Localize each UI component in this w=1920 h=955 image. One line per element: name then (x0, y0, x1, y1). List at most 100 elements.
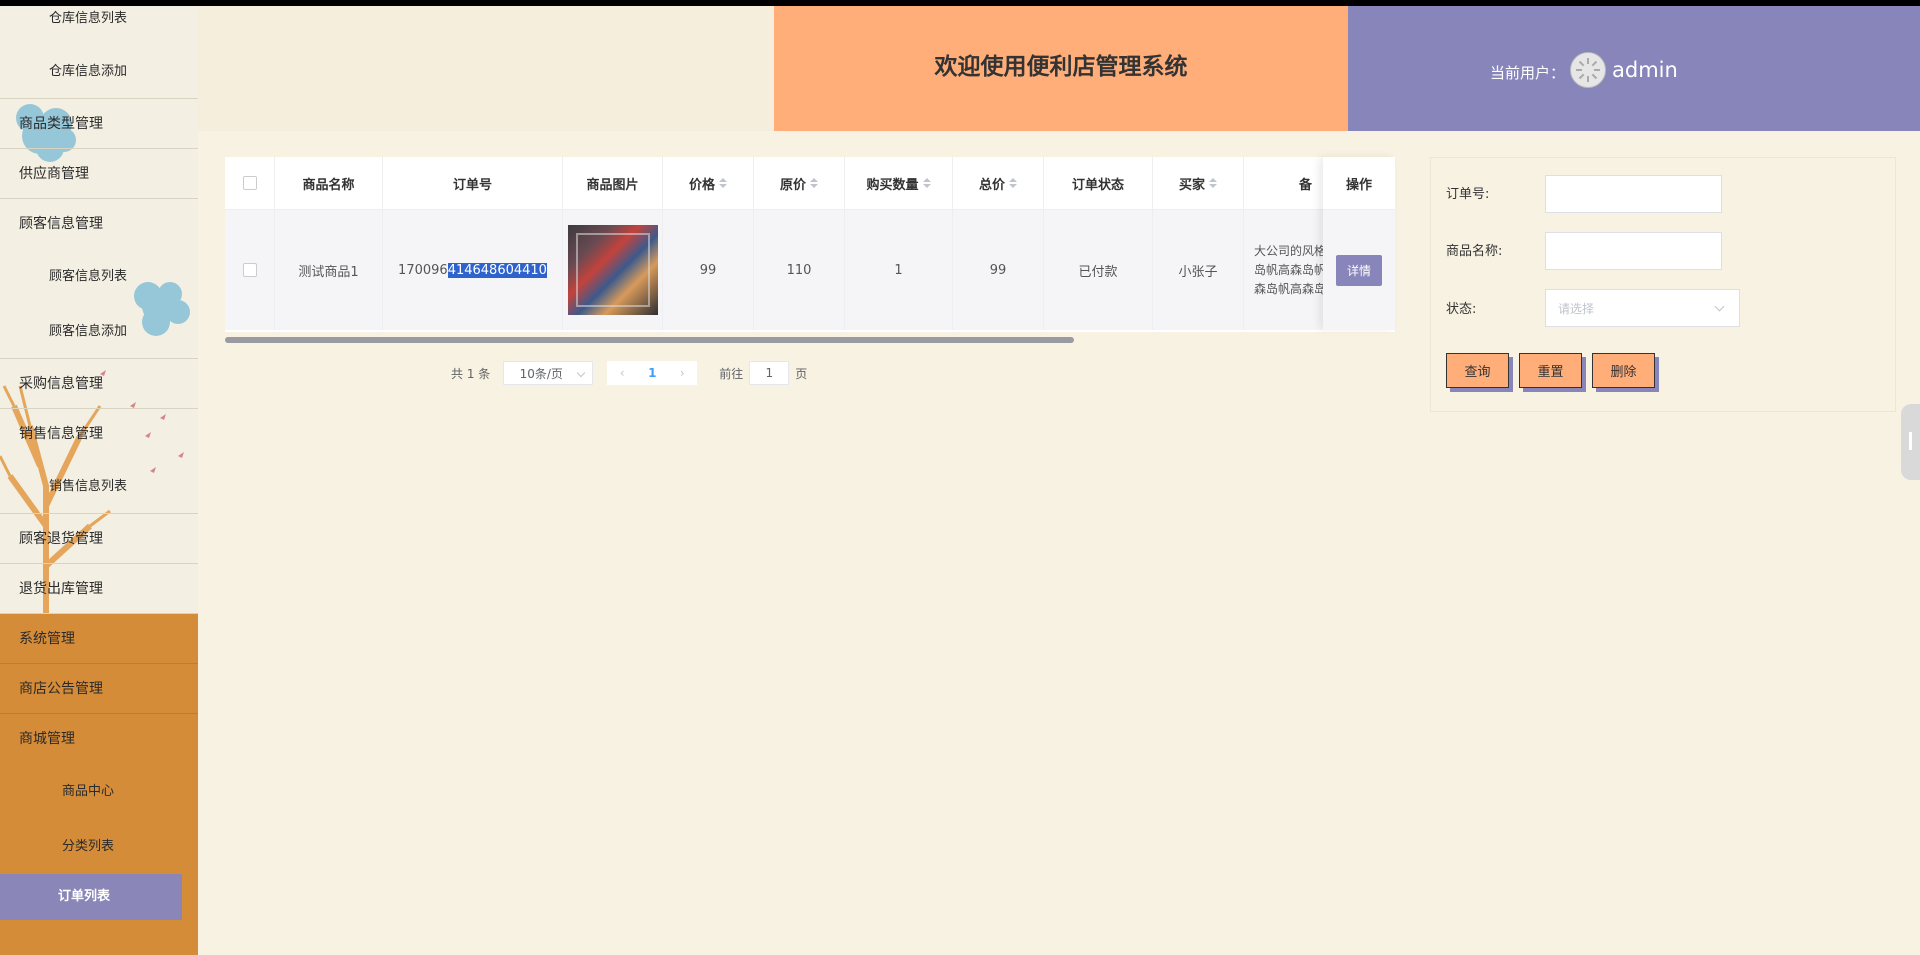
title-banner: 欢迎使用便利店管理系统 (774, 6, 1348, 131)
sidebar-item-sales-list[interactable]: 销售信息列表 (0, 459, 198, 514)
order-no-mid: 6 (439, 262, 448, 278)
prev-page-button[interactable]: ‹ (607, 361, 638, 385)
chevron-right-icon: › (679, 366, 685, 380)
sidebar-item-notices[interactable]: 商店公告管理 (0, 664, 198, 714)
col-product-name: 商品名称 (275, 157, 383, 209)
col-order-no: 订单号 (383, 157, 563, 209)
page-size-value: 10条/页 (519, 366, 563, 381)
sidebar-item-system[interactable]: 系统管理 (0, 614, 198, 664)
detail-button[interactable]: 详情 (1335, 254, 1382, 286)
cell-total: 99 (953, 210, 1044, 330)
cell-operations: 详情 (1323, 210, 1395, 330)
sidebar-item-customers[interactable]: 顾客信息管理 (0, 199, 198, 249)
sort-icon[interactable] (922, 178, 931, 188)
order-no-label: 订单号: (1446, 187, 1490, 202)
sidebar-item-warehouse-list[interactable]: 仓库信息列表 (0, 6, 198, 44)
status-select[interactable]: 请选择 (1545, 289, 1740, 327)
cell-order-no[interactable]: 17009 6 414648604410 (383, 210, 563, 330)
cell-product-name: 测试商品1 (275, 210, 383, 330)
sidebar-item-customer-add[interactable]: 顾客信息添加 (0, 304, 198, 359)
product-name-label: 商品名称: (1446, 244, 1503, 259)
status-label: 状态: (1446, 302, 1477, 317)
sidebar-item-order-list[interactable]: 订单列表 (0, 874, 182, 920)
cell-quantity: 1 (845, 210, 953, 330)
next-page-button[interactable]: › (667, 361, 698, 385)
goto-label: 前往 (719, 366, 744, 381)
sidebar-item-sales[interactable]: 销售信息管理 (0, 409, 198, 459)
product-name-input[interactable] (1545, 232, 1722, 270)
col-buyer[interactable]: 买家 (1153, 157, 1244, 209)
current-user-label: 当前用户： (1490, 64, 1566, 82)
sidebar-item-mall[interactable]: 商城管理 (0, 714, 198, 764)
sidebar: 仓库信息列表 仓库信息添加 商品类型管理 供应商管理 顾客信息管理 顾客信息列表… (0, 6, 198, 955)
table-header: 商品名称 订单号 商品图片 价格 原价 购买数量 总价 订单状态 买家 备 (225, 157, 1395, 210)
header: 欢迎使用便利店管理系统 当前用户： admin (198, 6, 1920, 131)
page-title: 欢迎使用便利店管理系统 (934, 53, 1188, 80)
col-total[interactable]: 总价 (953, 157, 1044, 209)
sidebar-item-customer-returns[interactable]: 顾客退货管理 (0, 514, 198, 564)
col-label: 订单号 (452, 177, 492, 193)
chevron-down-icon (577, 368, 586, 378)
row-checkbox[interactable] (242, 263, 257, 277)
delete-button[interactable]: 删除 (1592, 353, 1655, 388)
row-select-cell (225, 210, 275, 330)
cell-product-image (563, 210, 663, 330)
cell-order-status: 已付款 (1044, 210, 1153, 330)
col-product-image: 商品图片 (563, 157, 663, 209)
sort-icon[interactable] (1209, 178, 1217, 188)
sort-icon[interactable] (1009, 178, 1017, 188)
sidebar-item-warehouse-add[interactable]: 仓库信息添加 (0, 44, 198, 99)
sort-icon[interactable] (810, 178, 818, 188)
sidebar-menu: 仓库信息列表 仓库信息添加 商品类型管理 供应商管理 顾客信息管理 顾客信息列表… (0, 6, 198, 920)
col-label: 商品图片 (586, 177, 639, 193)
sidebar-item-purchasing[interactable]: 采购信息管理 (0, 359, 198, 409)
goto-page-input[interactable]: 1 (749, 361, 790, 385)
page-number-current[interactable]: 1 (637, 361, 668, 385)
horizontal-scrollbar[interactable] (225, 337, 1074, 343)
username: admin (1612, 58, 1678, 82)
operations-column: 操作 详情 (1323, 157, 1395, 330)
page-suffix: 页 (795, 366, 808, 381)
select-all-checkbox[interactable] (242, 176, 257, 190)
sidebar-item-customer-list[interactable]: 顾客信息列表 (0, 249, 198, 304)
sidebar-item-product-types[interactable]: 商品类型管理 (0, 99, 198, 149)
col-label: 原价 (779, 177, 806, 193)
page-size-select[interactable]: 10条/页 (503, 361, 594, 385)
col-label: 商品名称 (302, 177, 355, 193)
reset-button[interactable]: 重置 (1519, 353, 1582, 388)
sidebar-item-category-list[interactable]: 分类列表 (0, 819, 198, 874)
chevron-left-icon: ‹ (619, 366, 625, 380)
page: 仓库信息列表 仓库信息添加 商品类型管理 供应商管理 顾客信息管理 顾客信息列表… (0, 6, 1920, 955)
col-label: 价格 (688, 177, 715, 193)
side-drawer-handle[interactable] (1901, 404, 1920, 480)
col-original-price[interactable]: 原价 (754, 157, 845, 209)
avatar[interactable] (1570, 52, 1606, 88)
sort-icon[interactable] (719, 178, 727, 188)
col-label: 订单状态 (1071, 177, 1124, 193)
col-quantity[interactable]: 购买数量 (845, 157, 953, 209)
cell-original-price: 110 (754, 210, 845, 330)
table-row[interactable]: 测试商品1 17009 6 414648604410 99 110 1 99 已付款… (225, 210, 1395, 330)
pagination: 共 1 条 10条/页 ‹ 1 › 前往 1 页 (451, 361, 807, 385)
col-price[interactable]: 价格 (663, 157, 754, 209)
product-thumbnail[interactable] (567, 225, 658, 315)
query-button[interactable]: 查询 (1446, 353, 1509, 388)
pagination-total: 共 1 条 (451, 366, 491, 381)
col-order-status: 订单状态 (1044, 157, 1153, 209)
col-label: 购买数量 (866, 177, 919, 193)
col-label: 操作 (1345, 177, 1372, 193)
col-label: 备 (1298, 177, 1312, 193)
search-panel: 订单号: 商品名称: 状态: 请选择 查询 重置 删除 (1430, 157, 1896, 412)
col-operations: 操作 (1323, 157, 1395, 210)
sidebar-item-product-center[interactable]: 商品中心 (0, 764, 198, 819)
user-panel: 当前用户： admin (1348, 6, 1920, 131)
chevron-down-icon (1714, 301, 1725, 312)
col-label: 总价 (978, 177, 1005, 193)
sidebar-item-suppliers[interactable]: 供应商管理 (0, 149, 198, 199)
loading-spinner-icon (1576, 58, 1600, 82)
order-no-input[interactable] (1545, 175, 1722, 213)
order-no-prefix: 17009 (398, 262, 440, 278)
sidebar-item-return-outbound[interactable]: 退货出库管理 (0, 564, 198, 614)
status-placeholder: 请选择 (1558, 301, 1595, 316)
select-all-cell (225, 157, 275, 209)
